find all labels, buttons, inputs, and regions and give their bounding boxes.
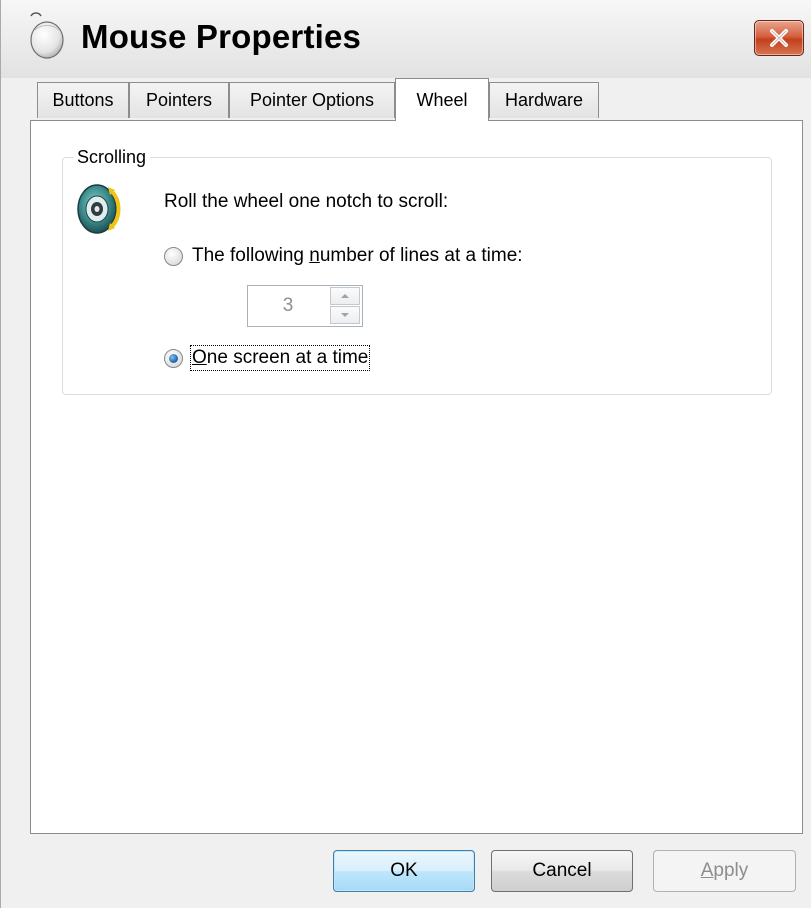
window-title: Mouse Properties	[81, 18, 362, 55]
tab-hardware[interactable]: Hardware	[489, 82, 599, 118]
mouse-icon	[30, 12, 64, 59]
one-screen-option[interactable]: One screen at a time	[164, 345, 371, 371]
title-bar[interactable]: Mouse Properties	[1, 0, 811, 78]
lines-spinner[interactable]: 3	[247, 285, 363, 327]
ok-button[interactable]: OK	[333, 850, 475, 892]
arrow-up-icon	[341, 294, 349, 298]
lines-option-label: The following number of lines at a time:	[192, 245, 523, 266]
arrow-down-icon	[341, 313, 349, 317]
scrolling-group-label: Scrolling	[73, 147, 151, 168]
lines-radio[interactable]	[164, 246, 183, 266]
tab-buttons[interactable]: Buttons	[37, 82, 129, 118]
close-icon	[770, 29, 788, 47]
tab-strip: Buttons Pointers Pointer Options Wheel H…	[1, 78, 811, 121]
lines-input[interactable]: 3	[248, 286, 328, 326]
apply-button[interactable]: Apply	[653, 850, 796, 892]
screen-radio[interactable]	[164, 348, 183, 368]
lines-at-a-time-option[interactable]: The following number of lines at a time:	[164, 245, 523, 267]
tab-pointers[interactable]: Pointers	[129, 82, 229, 118]
spin-up-button[interactable]	[330, 287, 360, 305]
mouse-wheel-icon	[77, 184, 121, 234]
mouse-properties-dialog: Mouse Properties Buttons Pointers Pointe…	[0, 0, 811, 908]
scroll-prompt: Roll the wheel one notch to scroll:	[164, 191, 449, 212]
tab-pointer-options[interactable]: Pointer Options	[229, 82, 395, 118]
spin-down-button[interactable]	[330, 306, 360, 324]
close-button[interactable]	[754, 20, 804, 56]
wheel-tab-panel: Scrolling Roll the wheel one notch to sc…	[30, 120, 803, 834]
cancel-button[interactable]: Cancel	[491, 850, 633, 892]
screen-option-label: One screen at a time	[189, 345, 371, 371]
tab-wheel[interactable]: Wheel	[395, 78, 489, 121]
